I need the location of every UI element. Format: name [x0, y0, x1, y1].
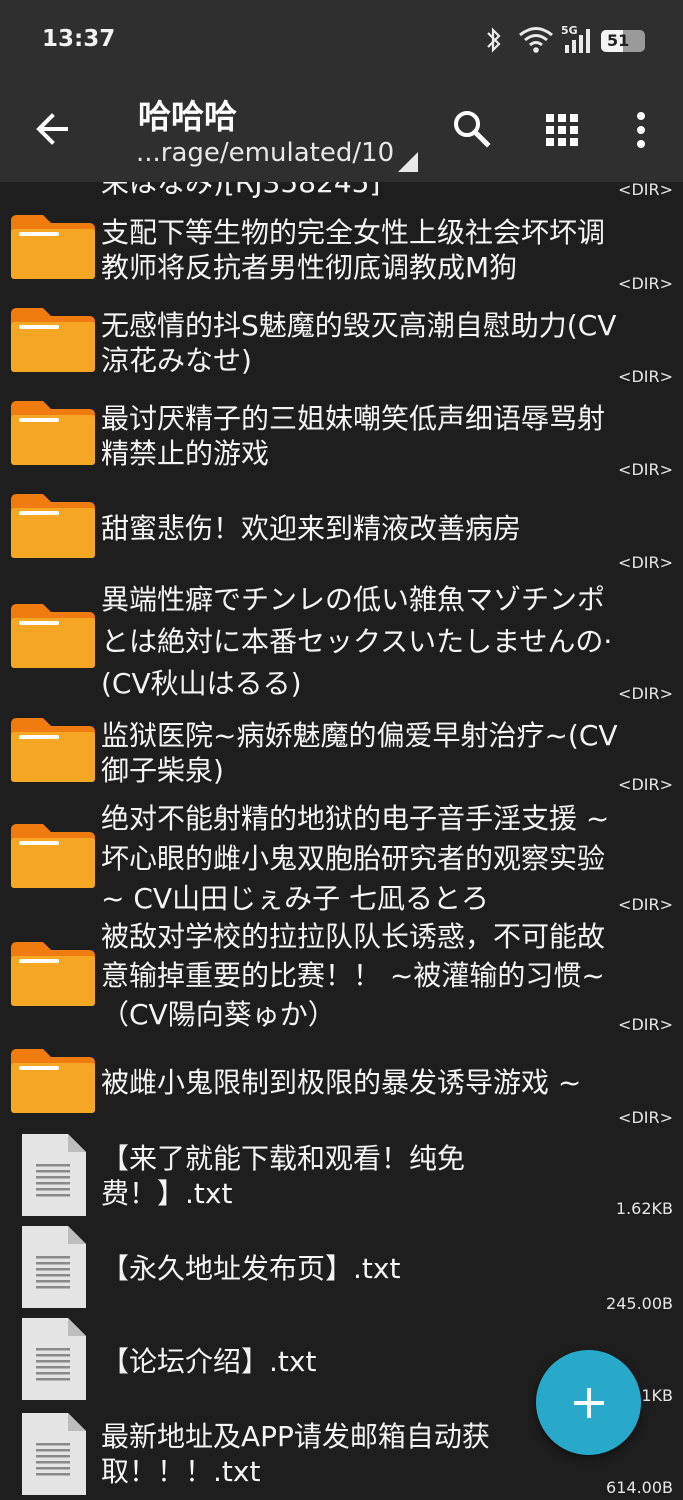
item-name: 无感情的抖S魅魔的毁灭高潮自慰助力(CV 涼花みなせ)	[101, 309, 617, 377]
folder-icon	[11, 942, 95, 1006]
dropdown-triangle-icon[interactable]	[398, 152, 418, 172]
list-item[interactable]: 支配下等生物的完全女性上级社会坏坏调教师将反抗者男性彻底调教成M狗 <DIR>	[0, 212, 683, 305]
item-name: 異端性癖でチンレの低い雑魚マゾチンポとは絶対に本番セックスいたしませんの·(CV…	[101, 583, 613, 700]
folder-icon	[11, 215, 95, 279]
item-name: 最新地址及APP请发邮箱自动获取！！！.txt	[101, 1420, 490, 1488]
item-meta: <DIR>	[618, 553, 673, 572]
status-bar: 13:37 5G 51	[0, 0, 683, 80]
item-meta: <DIR>	[618, 274, 673, 293]
item-size: 614.00B	[606, 1478, 673, 1497]
text-file-icon	[22, 1134, 86, 1216]
more-vert-icon[interactable]	[618, 102, 664, 158]
back-arrow-icon[interactable]	[24, 100, 82, 158]
item-name: 支配下等生物的完全女性上级社会坏坏调教师将反抗者男性彻底调教成M狗	[101, 216, 606, 284]
item-meta: <DIR>	[618, 895, 673, 914]
signal-icon	[565, 29, 590, 53]
item-meta: <DIR>	[618, 684, 673, 703]
add-fab-button[interactable]	[536, 1350, 641, 1455]
list-item[interactable]: 最讨厌精子的三姐妹嘲笑低声细语辱骂射精禁止的游戏 <DIR>	[0, 398, 683, 491]
battery-icon: 51	[601, 30, 645, 52]
list-item[interactable]: 无感情的抖S魅魔的毁灭高潮自慰助力(CV 涼花みなせ) <DIR>	[0, 305, 683, 398]
list-item[interactable]: 異端性癖でチンレの低い雑魚マゾチンポとは絶対に本番セックスいたしませんの·(CV…	[0, 583, 683, 711]
battery-percent: 51	[607, 31, 630, 50]
path-dropdown[interactable]: ...rage/emulated/10	[136, 138, 394, 168]
item-name: 【来了就能下载和观看！纯免费！】.txt	[101, 1142, 466, 1210]
list-item[interactable]: 甜蜜悲伤！欢迎来到精液改善病房 <DIR>	[0, 491, 683, 584]
app-bar: 哈哈哈 ...rage/emulated/10	[0, 80, 683, 182]
list-item[interactable]: 被雌小鬼限制到极限的暴发诱导游戏 ~ <DIR>	[0, 1044, 683, 1134]
item-size: 1.62KB	[615, 1199, 673, 1218]
item-meta: <DIR>	[618, 1015, 673, 1034]
list-item[interactable]: 绝对不能射精的地狱的电子音手淫支援 ~ 坏心眼的雌小鬼双胞胎研究者的观察实验 ~…	[0, 802, 683, 922]
folder-icon	[11, 308, 95, 372]
grid-view-icon[interactable]	[534, 102, 590, 158]
item-name: 【论坛介绍】.txt	[101, 1345, 317, 1378]
item-name: 绝对不能射精的地狱的电子音手淫支援 ~ 坏心眼的雌小鬼双胞胎研究者的观察实验 ~…	[101, 802, 610, 915]
folder-icon	[11, 824, 95, 888]
text-file-icon	[22, 1318, 86, 1400]
item-meta: <DIR>	[618, 367, 673, 386]
folder-icon	[11, 718, 95, 782]
item-size: 245.00B	[606, 1294, 673, 1313]
wifi-icon	[519, 27, 553, 53]
item-name: 被雌小鬼限制到极限的暴发诱导游戏 ~	[101, 1066, 582, 1099]
plus-icon-vertical	[587, 1388, 591, 1418]
file-list: 栄はなみ)[RJ358245] <DIR> 支配下等生物的完全女性上级社会坏坏调…	[0, 182, 683, 1500]
item-name: 最讨厌精子的三姐妹嘲笑低声细语辱骂射精禁止的游戏	[101, 402, 606, 470]
list-item[interactable]: 被敌对学校的拉拉队队长诱惑，不可能故意输掉重要的比赛！！ ~被灌输的习惯~（CV…	[0, 920, 683, 1044]
folder-icon	[11, 494, 95, 558]
item-meta: <DIR>	[618, 1108, 673, 1127]
folder-icon	[11, 401, 95, 465]
text-file-icon	[22, 1413, 86, 1495]
item-name: 【永久地址发布页】.txt	[101, 1252, 401, 1285]
search-icon[interactable]	[445, 102, 501, 158]
item-name: 被敌对学校的拉拉队队长诱惑，不可能故意输掉重要的比赛！！ ~被灌输的习惯~（CV…	[101, 920, 606, 1031]
folder-icon	[11, 1049, 95, 1113]
item-name: 监狱医院~病娇魅魔的偏爱早射治疗~(CV 御子柴泉)	[101, 719, 618, 787]
list-item[interactable]: 【来了就能下载和观看！纯免费！】.txt 1.62KB	[0, 1134, 683, 1224]
bluetooth-icon	[487, 27, 501, 53]
status-time: 13:37	[42, 26, 116, 52]
list-item[interactable]: 【永久地址发布页】.txt 245.00B	[0, 1224, 683, 1316]
folder-icon	[11, 604, 95, 668]
item-meta: <DIR>	[618, 460, 673, 479]
item-meta: <DIR>	[618, 182, 673, 199]
item-name: 甜蜜悲伤！欢迎来到精液改善病房	[101, 512, 522, 545]
text-file-icon	[22, 1226, 86, 1308]
folder-title: 哈哈哈	[138, 97, 237, 136]
item-name: 栄はなみ)[RJ358245]	[101, 182, 431, 198]
list-item[interactable]: 监狱医院~病娇魅魔的偏爱早射治疗~(CV 御子柴泉) <DIR>	[0, 711, 683, 804]
list-item[interactable]: 栄はなみ)[RJ358245] <DIR>	[0, 182, 683, 212]
item-meta: <DIR>	[618, 775, 673, 794]
